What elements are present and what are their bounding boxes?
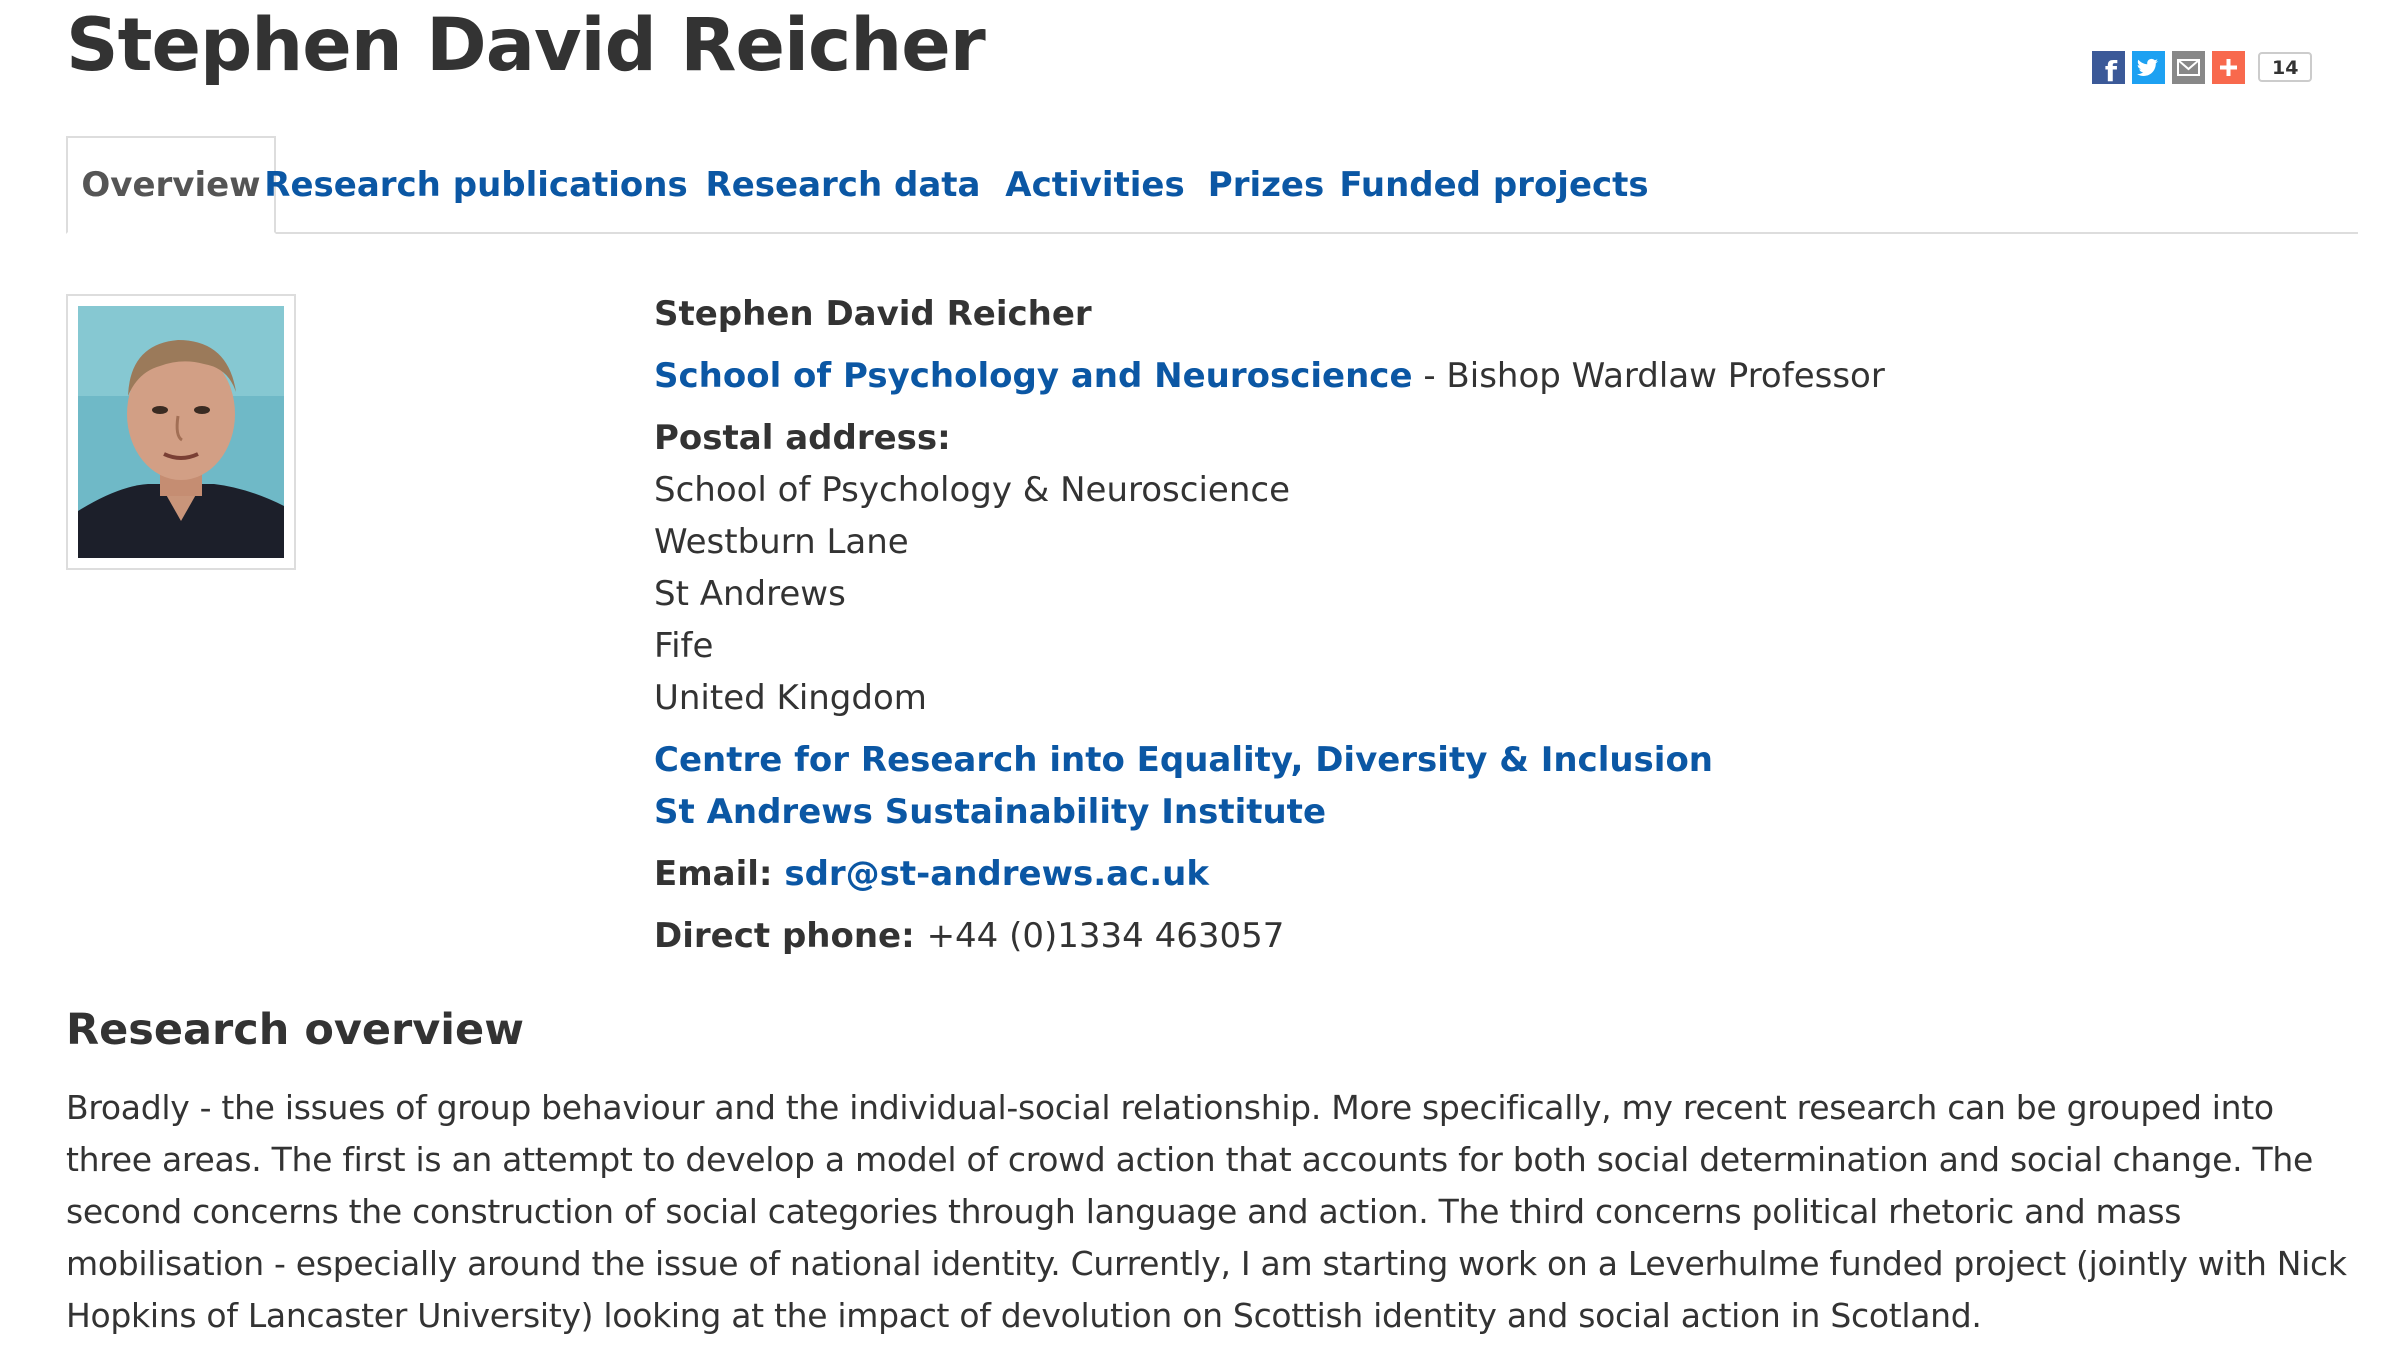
email-label: Email:: [654, 854, 785, 894]
twitter-icon[interactable]: [2132, 50, 2165, 84]
postal-address-label: Postal address:: [654, 418, 951, 458]
phone-number: +44 (0)1334 463057: [926, 916, 1285, 956]
tab-bar: Overview Research publications Research …: [66, 136, 2358, 234]
email-icon[interactable]: [2172, 50, 2205, 84]
affiliation-row: St Andrews Sustainability Institute: [654, 788, 1326, 836]
share-widget: f 14: [2092, 50, 2313, 84]
profile-name: Stephen David Reicher: [654, 294, 1092, 334]
address-line: School of Psychology & Neuroscience: [654, 470, 1290, 510]
email-link[interactable]: sdr@st-andrews.ac.uk: [784, 854, 1209, 894]
address-line: United Kingdom: [654, 678, 927, 718]
tab-prizes[interactable]: Prizes: [1206, 136, 1326, 234]
research-overview-text: Broadly - the issues of group behaviour …: [66, 1088, 2347, 1335]
affiliation-link-sustainability[interactable]: St Andrews Sustainability Institute: [654, 792, 1326, 832]
phone-row: Direct phone: +44 (0)1334 463057: [654, 912, 1284, 960]
address-line: Fife: [654, 626, 714, 666]
profile-page: Stephen David Reicher f 14 Overview Rese…: [0, 0, 2404, 1362]
profile-photo-frame: [66, 294, 296, 570]
tab-funded-projects[interactable]: Funded projects: [1339, 136, 1648, 234]
email-row: Email: sdr@st-andrews.ac.uk: [654, 850, 1209, 898]
tab-activities[interactable]: Activities: [1000, 136, 1190, 234]
affiliation-row: Centre for Research into Equality, Diver…: [654, 736, 1713, 784]
tab-research-data[interactable]: Research data: [706, 136, 981, 234]
facebook-icon[interactable]: f: [2092, 50, 2125, 84]
page-title: Stephen David Reicher: [66, 3, 986, 88]
school-link[interactable]: School of Psychology and Neuroscience: [654, 356, 1413, 396]
address-line: Westburn Lane: [654, 522, 909, 562]
position-title: Bishop Wardlaw Professor: [1446, 356, 1885, 396]
share-count: 14: [2258, 52, 2313, 82]
research-overview-heading: Research overview: [66, 1005, 524, 1055]
tab-overview[interactable]: Overview: [66, 136, 276, 234]
tab-research-publications[interactable]: Research publications: [264, 136, 687, 234]
profile-photo: [78, 306, 284, 558]
svg-text:f: f: [2105, 55, 2118, 84]
plus-icon[interactable]: [2212, 50, 2245, 84]
school-row: School of Psychology and Neuroscience - …: [654, 352, 1885, 400]
address-line: St Andrews: [654, 574, 846, 614]
phone-label: Direct phone:: [654, 916, 927, 956]
school-separator: -: [1412, 356, 1447, 396]
affiliation-link-edi[interactable]: Centre for Research into Equality, Diver…: [654, 740, 1713, 780]
